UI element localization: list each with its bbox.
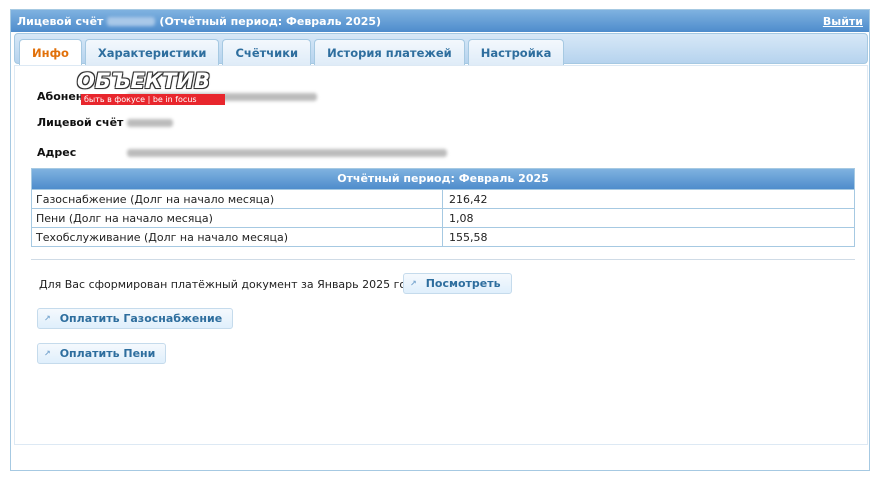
table-row: Газоснабжение (Долг на начало месяца) 21… xyxy=(32,189,854,208)
payment-doc-notice: Для Вас сформирован платёжный документ з… xyxy=(39,278,421,291)
tab-settings[interactable]: Настройка xyxy=(467,39,565,65)
row-name: Газоснабжение (Долг на начало месяца) xyxy=(32,190,443,208)
watermark-logo: ОБЪЕКТИВ быть в фокусе | be in focus xyxy=(67,69,237,107)
row-name: Пени (Долг на начало месяца) xyxy=(32,209,443,227)
main-window: Лицевой счёт (Отчётный период: Февраль 2… xyxy=(10,9,870,471)
tab-meters[interactable]: Счётчики xyxy=(222,39,312,65)
account-row: Лицевой счёт xyxy=(37,116,173,129)
pay-gas-label: Оплатить Газоснабжение xyxy=(59,312,223,325)
account-title-label: Лицевой счёт xyxy=(17,14,104,28)
tab-info[interactable]: Инфо xyxy=(19,39,82,66)
account-label: Лицевой счёт xyxy=(37,116,124,129)
table-row: Техобслуживание (Долг на начало месяца) … xyxy=(32,227,854,246)
row-value: 216,42 xyxy=(449,193,488,206)
row-value: 155,58 xyxy=(449,231,488,244)
view-button-label: Посмотреть xyxy=(425,277,501,290)
logout-link[interactable]: Выйти xyxy=(823,15,863,28)
pay-penalty-button[interactable]: ↗ Оплатить Пени xyxy=(37,343,167,364)
account-number-redacted xyxy=(107,16,156,26)
row-name: Техобслуживание (Долг на начало месяца) xyxy=(32,228,443,246)
tab-bar: Инфо Характеристики Счётчики История пла… xyxy=(14,33,868,66)
account-value-redacted xyxy=(127,118,173,127)
pay-penalty-label: Оплатить Пени xyxy=(59,347,156,360)
watermark-logo-text: ОБЪЕКТИВ xyxy=(77,69,211,93)
row-value: 1,08 xyxy=(449,212,474,225)
period-title: (Отчётный период: Февраль 2025) xyxy=(159,14,382,28)
tab-payment-history[interactable]: История платежей xyxy=(314,39,465,65)
watermark-slogan: быть в фокусе | be in focus xyxy=(81,94,225,105)
info-panel: Абонент ОБЪЕКТИВ быть в фокусе | be in f… xyxy=(14,65,868,445)
tab-characteristics[interactable]: Характеристики xyxy=(84,39,220,65)
divider xyxy=(31,259,855,260)
external-link-icon: ↗ xyxy=(44,314,51,323)
external-link-icon: ↗ xyxy=(410,279,417,288)
period-table: Отчётный период: Февраль 2025 Газоснабже… xyxy=(31,168,855,247)
address-label: Адрес xyxy=(37,146,77,159)
pay-gas-button[interactable]: ↗ Оплатить Газоснабжение xyxy=(37,308,234,329)
external-link-icon: ↗ xyxy=(44,349,51,358)
view-document-button[interactable]: ↗ Посмотреть xyxy=(403,273,512,294)
address-value-redacted xyxy=(127,148,447,157)
title-bar: Лицевой счёт (Отчётный период: Февраль 2… xyxy=(11,10,869,32)
table-row: Пени (Долг на начало месяца) 1,08 xyxy=(32,208,854,227)
address-row: Адрес xyxy=(37,146,447,159)
period-table-header: Отчётный период: Февраль 2025 xyxy=(32,169,854,189)
